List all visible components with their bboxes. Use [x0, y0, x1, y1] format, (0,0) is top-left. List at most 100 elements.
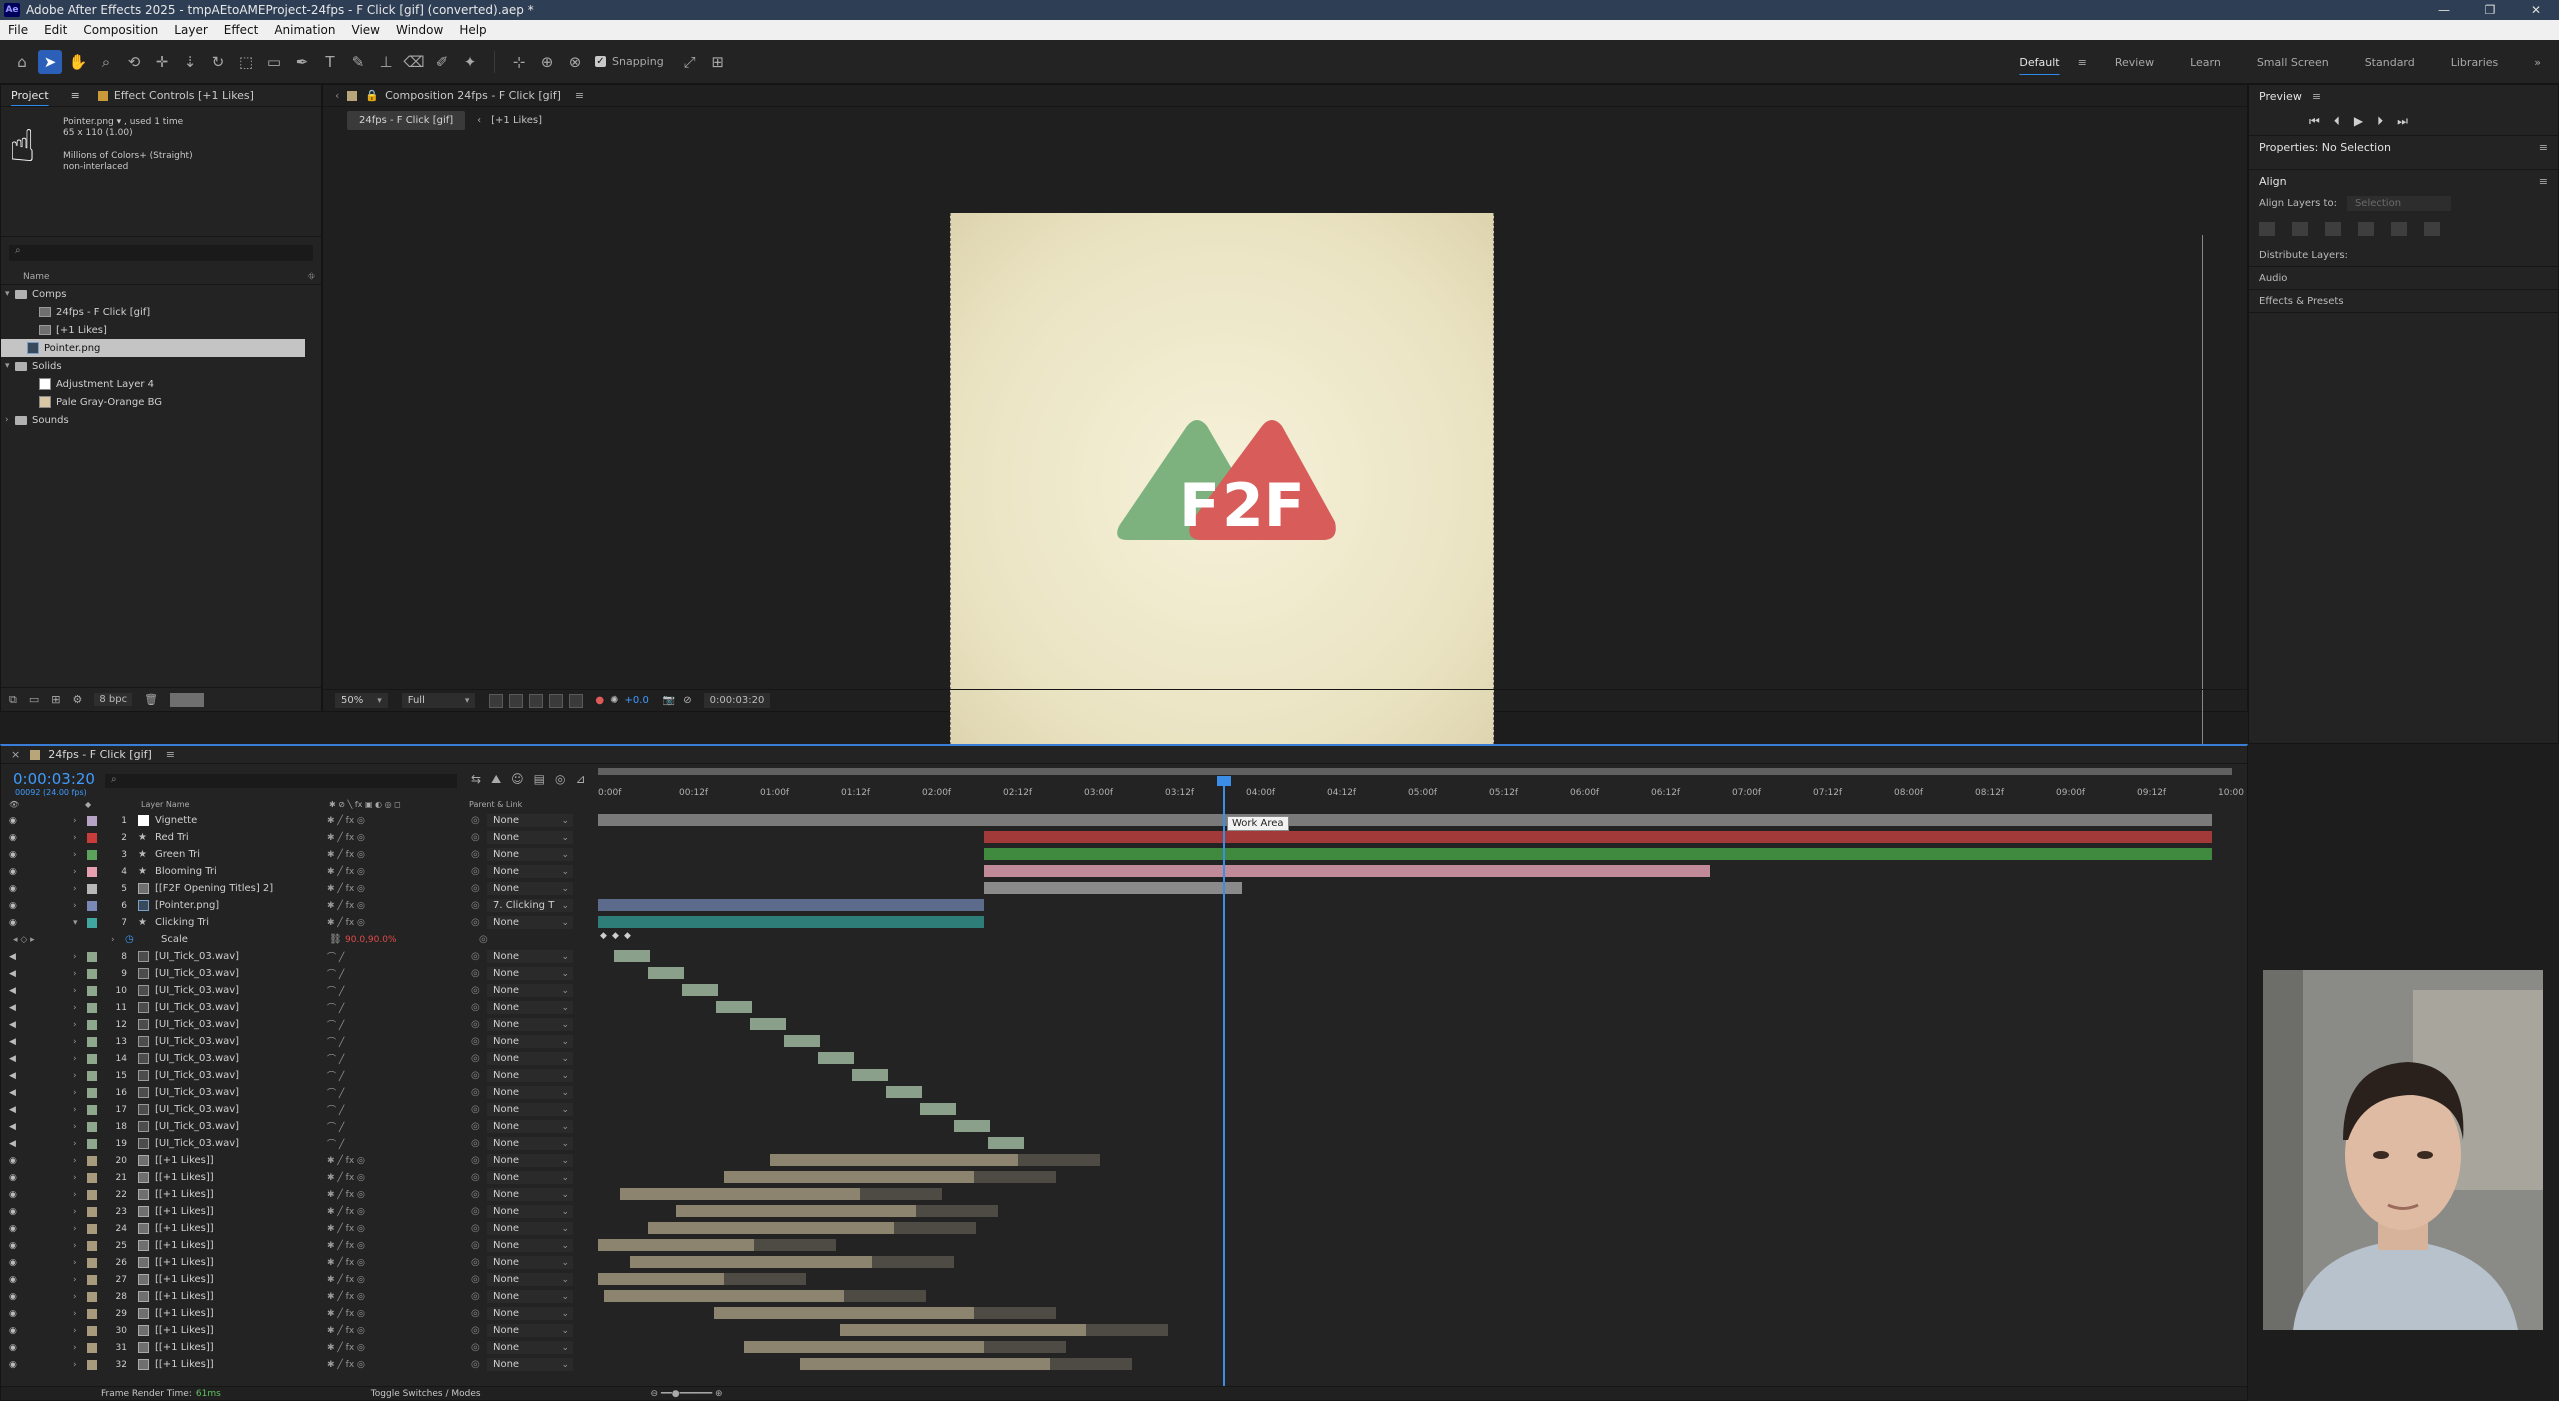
expand-layer-icon[interactable]: ›	[73, 884, 77, 894]
menu-layer[interactable]: Layer	[166, 23, 215, 37]
parent-dropdown[interactable]: None ⌄	[487, 1324, 573, 1337]
layer-duration-tail[interactable]	[860, 1188, 942, 1200]
pick-whip-icon[interactable]: ◎	[471, 1291, 480, 1302]
motion-blur-icon[interactable]: ◎	[555, 772, 565, 787]
expand-layer-icon[interactable]: ›	[73, 969, 77, 979]
expand-layer-icon[interactable]: ›	[73, 1054, 77, 1064]
menu-composition[interactable]: Composition	[75, 23, 166, 37]
pick-whip-icon[interactable]: ◎	[471, 866, 480, 877]
parent-dropdown[interactable]: None ⌄	[487, 1188, 573, 1201]
eye-icon[interactable]: ◉	[9, 1241, 19, 1251]
pick-whip-icon[interactable]: ◎	[471, 1002, 480, 1013]
expand-layer-icon[interactable]: ›	[73, 1088, 77, 1098]
layer-name[interactable]: [UI_Tick_03.wav]	[155, 1002, 325, 1013]
current-time-display[interactable]: 0:00:03:20	[703, 693, 771, 708]
layer-duration-bar[interactable]	[620, 1188, 860, 1200]
parent-dropdown[interactable]: None ⌄	[487, 814, 573, 827]
label-color-swatch[interactable]	[87, 1172, 97, 1183]
timeline-graph[interactable]: 0:00f 00:12f 01:00f 01:12f 02:00f 02:12f 03:00…	[594, 768, 2249, 1390]
menu-file[interactable]: File	[0, 23, 36, 37]
parent-dropdown[interactable]: None ⌄	[487, 1137, 573, 1150]
column-layer-name[interactable]: Layer Name	[141, 800, 189, 809]
layer-row[interactable]: ◉ › 26 [[+1 Likes]] ✱ ╱ fx ◎ ◎ None ⌄	[1, 1254, 591, 1271]
layer-switches[interactable]: ⌒ ╱	[327, 1137, 344, 1150]
pick-whip-icon[interactable]: ◎	[471, 1155, 480, 1166]
project-item[interactable]: ▾ Solids	[1, 357, 321, 375]
eraser-tool-icon[interactable]: ⌫	[402, 50, 426, 74]
last-frame-icon[interactable]: ⏭	[2397, 114, 2408, 129]
constrain-proportions-icon[interactable]: ⛓	[329, 934, 342, 945]
layer-duration-bar[interactable]	[598, 814, 2212, 826]
disclosure-triangle-icon[interactable]: ›	[5, 415, 15, 425]
eye-icon[interactable]: ◉	[9, 901, 19, 911]
resolution-dropdown[interactable]: Full ▾	[401, 693, 476, 708]
expand-layer-icon[interactable]: ›	[73, 1156, 77, 1166]
expand-layer-icon[interactable]: ›	[73, 1105, 77, 1115]
workspace-small-screen[interactable]: Small Screen	[2239, 56, 2347, 69]
project-item[interactable]: › Sounds	[1, 411, 321, 429]
layer-duration-bar[interactable]	[886, 1086, 922, 1098]
layer-duration-tail[interactable]	[974, 1307, 1056, 1319]
layer-duration-bar[interactable]	[648, 967, 684, 979]
label-color-swatch[interactable]	[87, 1240, 97, 1251]
audio-speaker-icon[interactable]: ◀	[9, 952, 19, 962]
layer-duration-tail[interactable]	[1018, 1154, 1100, 1166]
type-tool-icon[interactable]: T	[318, 50, 342, 74]
disclosure-triangle-icon[interactable]: ▾	[5, 289, 15, 299]
label-color-swatch[interactable]	[87, 1359, 97, 1370]
parent-dropdown[interactable]: None ⌄	[487, 1086, 573, 1099]
pick-whip-icon[interactable]: ◎	[471, 1138, 480, 1149]
parent-dropdown[interactable]: None ⌄	[487, 865, 573, 878]
layer-duration-tail[interactable]	[1050, 1358, 1132, 1370]
exposure-reset-icon[interactable]: ✺	[610, 695, 618, 706]
previous-frame-icon[interactable]: ⏴	[2334, 114, 2340, 129]
pick-whip-icon[interactable]: ◎	[471, 985, 480, 996]
expand-layer-icon[interactable]: ›	[73, 901, 77, 911]
color-channels-icon[interactable]: ●	[595, 695, 604, 706]
layer-name[interactable]: [[+1 Likes]]	[155, 1308, 325, 1319]
label-color-swatch[interactable]	[87, 1155, 97, 1166]
audio-speaker-icon[interactable]: ◀	[9, 1139, 19, 1149]
layer-duration-bar[interactable]	[598, 1239, 754, 1251]
layer-name[interactable]: [UI_Tick_03.wav]	[155, 951, 325, 962]
parent-dropdown[interactable]: None ⌄	[487, 1307, 573, 1320]
graph-editor-icon[interactable]: ⊿	[576, 772, 586, 787]
layer-switches[interactable]: ✱ ╱ fx ◎	[327, 1326, 365, 1336]
menu-edit[interactable]: Edit	[36, 23, 75, 37]
expand-layer-icon[interactable]: ›	[73, 1071, 77, 1081]
layer-name[interactable]: [UI_Tick_03.wav]	[155, 1121, 325, 1132]
layer-switches[interactable]: ✱ ╱ fx ◎	[327, 1292, 365, 1302]
parent-dropdown[interactable]: None ⌄	[487, 1120, 573, 1133]
layer-switches[interactable]: ⌒ ╱	[327, 1035, 344, 1048]
label-color-swatch[interactable]	[87, 1104, 97, 1115]
layer-row[interactable]: ◉ › 1 Vignette ✱ ╱ fx ◎ ◎ None ⌄	[1, 812, 591, 829]
layer-name[interactable]: [UI_Tick_03.wav]	[155, 1070, 325, 1081]
project-item[interactable]: Pale Gray-Orange BG	[1, 393, 321, 411]
transparency-grid-icon[interactable]	[509, 693, 524, 708]
parent-dropdown[interactable]: None ⌄	[487, 1358, 573, 1371]
frame-blending-icon[interactable]: ▤	[534, 772, 545, 787]
parent-dropdown[interactable]: None ⌄	[487, 1256, 573, 1269]
layer-duration-bar[interactable]	[598, 916, 984, 928]
layer-switches[interactable]: ⌒ ╱	[327, 984, 344, 997]
layer-name[interactable]: Vignette	[155, 815, 325, 826]
new-comp-icon[interactable]: ⊞	[51, 693, 60, 706]
layer-name[interactable]: [[+1 Likes]]	[155, 1223, 325, 1234]
first-frame-icon[interactable]: ⏮	[2309, 114, 2320, 129]
layer-duration-bar[interactable]	[988, 1137, 1024, 1149]
audio-speaker-icon[interactable]: ◀	[9, 1054, 19, 1064]
composition-tab[interactable]: Composition 24fps - F Click [gif]	[385, 89, 561, 102]
world-axis-icon[interactable]: ⊕	[535, 50, 559, 74]
grid-guides-icon[interactable]	[569, 693, 584, 708]
parent-dropdown[interactable]: None ⌄	[487, 1171, 573, 1184]
pick-whip-icon[interactable]: ◎	[471, 900, 480, 911]
timeline-tab[interactable]: 24fps - F Click [gif]	[48, 748, 152, 761]
expand-layer-icon[interactable]: ›	[73, 1309, 77, 1319]
layer-row[interactable]: ◀ › 13 [UI_Tick_03.wav] ⌒ ╱ ◎ None ⌄	[1, 1033, 591, 1050]
project-item[interactable]: Pointer.png	[1, 339, 305, 357]
layer-duration-bar[interactable]	[604, 1290, 844, 1302]
layer-row[interactable]: ◀ › 16 [UI_Tick_03.wav] ⌒ ╱ ◎ None ⌄	[1, 1084, 591, 1101]
lock-icon[interactable]: 🔒	[365, 89, 379, 102]
expand-layer-icon[interactable]: ›	[73, 1275, 77, 1285]
eye-icon[interactable]: ◉	[9, 1343, 19, 1353]
